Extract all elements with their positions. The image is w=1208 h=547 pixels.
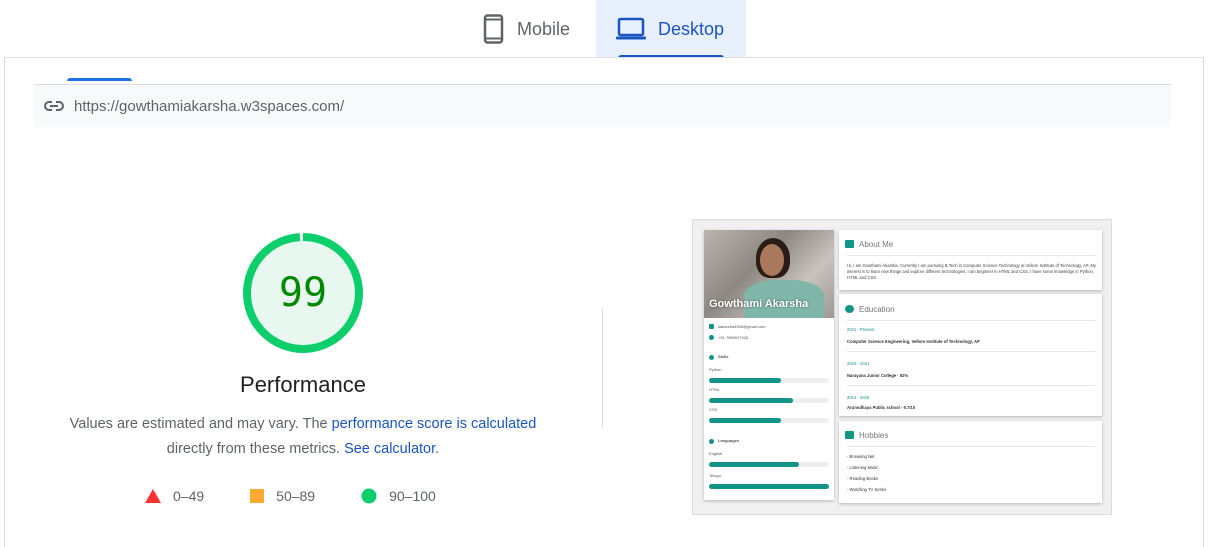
- language-name: Telugu: [709, 473, 721, 478]
- language-bar-fill: [709, 484, 829, 489]
- skill-bar: [709, 378, 829, 383]
- skill-bar: [709, 418, 829, 423]
- education-item: Narayana Junior College - 92%: [847, 373, 909, 378]
- triangle-icon: [145, 489, 161, 503]
- education-panel: Education 2021 - Present Computer Scienc…: [839, 294, 1102, 416]
- hobbies-panel: Hobbies - Browsing Net - Listening Music…: [839, 421, 1102, 503]
- about-text: Hi, I am Gowthami Akarsha. Currently I a…: [847, 263, 1096, 280]
- legend-item-average: 50–89: [250, 488, 315, 504]
- skill-bar-fill: [709, 378, 781, 383]
- section-divider: [847, 446, 1095, 447]
- url-bar: https://gowthamiakarsha.w3spaces.com/: [34, 84, 1171, 127]
- link-icon: [44, 101, 64, 111]
- section-divider: [847, 320, 1095, 321]
- square-icon: [250, 489, 265, 503]
- language-bar: [709, 484, 829, 489]
- about-panel: About Me Hi, I am Gowthami Akarsha. Curr…: [839, 230, 1102, 290]
- about-title: About Me: [859, 240, 894, 249]
- language-bar: [709, 462, 829, 467]
- education-date: 2021 - Present: [847, 327, 875, 332]
- final-screenshot[interactable]: Gowthami Akarsha sakarsha4008@gmail.com …: [692, 219, 1112, 515]
- section-divider: [847, 351, 1095, 352]
- tab-mobile-label: Mobile: [517, 18, 571, 39]
- skill-bar-fill: [709, 398, 793, 403]
- email-icon: [709, 324, 714, 329]
- profile-name: Gowthami Akarsha: [709, 298, 809, 310]
- see-calculator-link[interactable]: See calculator: [344, 441, 435, 457]
- section-divider: [847, 385, 1095, 386]
- language-icon: [709, 439, 714, 444]
- device-tabs: Mobile Desktop: [0, 0, 1208, 58]
- tab-mobile[interactable]: Mobile: [476, 0, 596, 58]
- legend-item-fail: 0–49: [145, 488, 204, 504]
- hobby-item: - Listening Music: [847, 465, 879, 470]
- section-divider: [847, 255, 1095, 256]
- tab-desktop-label: Desktop: [658, 18, 725, 39]
- skill-name: CSS: [709, 407, 718, 412]
- profile-email: sakarsha4008@gmail.com: [718, 324, 766, 329]
- laptop-icon: [616, 17, 646, 40]
- legend-label-pass: 90–100: [389, 488, 436, 504]
- performance-score-link[interactable]: performance score is calculated: [332, 416, 537, 432]
- language-name: English: [709, 451, 723, 456]
- briefcase-icon: [845, 431, 854, 439]
- education-item: Computer Science Engineering, Vellore In…: [847, 339, 980, 344]
- page-url[interactable]: https://gowthamiakarsha.w3spaces.com/: [74, 98, 344, 115]
- hobby-item: - Reading Books: [847, 476, 878, 481]
- profile-phone: +91 7989937925: [718, 335, 749, 340]
- hobby-item: - Watching TV Series: [847, 487, 887, 492]
- skills-icon: [709, 355, 714, 360]
- description-text-1: Values are estimated and may vary. The: [69, 416, 332, 432]
- circle-icon: [361, 488, 377, 504]
- skill-bar: [709, 398, 829, 403]
- hobby-item: - Browsing Net: [847, 454, 875, 459]
- education-date: 2014 - 2018: [847, 395, 870, 400]
- legend-label-fail: 0–49: [173, 488, 205, 504]
- skill-bar-fill: [709, 418, 781, 423]
- skills-title: Skills: [718, 354, 729, 359]
- profile-sidebar: Gowthami Akarsha sakarsha4008@gmail.com …: [704, 230, 834, 500]
- education-title: Education: [859, 305, 895, 314]
- skill-name: HTML: [709, 387, 720, 392]
- description-text-3: .: [435, 441, 440, 457]
- phone-icon: [709, 335, 714, 340]
- legend-item-pass: 90–100: [361, 488, 436, 504]
- language-bar-fill: [709, 462, 799, 467]
- legend-label-average: 50–89: [276, 488, 316, 504]
- briefcase-icon: [845, 240, 854, 248]
- score-legend: 0–49 50–89 90–100: [145, 486, 482, 506]
- vertical-divider: [602, 308, 603, 428]
- description-text-2: directly from these metrics.: [166, 441, 345, 457]
- performance-title: Performance: [240, 372, 366, 397]
- performance-score: 99: [278, 270, 328, 316]
- education-date: 2019 - 2021: [847, 361, 870, 366]
- hobbies-title: Hobbies: [859, 431, 889, 440]
- education-icon: [845, 305, 854, 313]
- performance-description: Values are estimated and may vary. The p…: [43, 412, 563, 462]
- phone-icon: [483, 14, 504, 44]
- languages-title: Languages: [718, 438, 740, 443]
- education-item: Arunodhaya Public school - 9.7/10: [847, 405, 916, 410]
- tab-desktop[interactable]: Desktop: [596, 0, 746, 58]
- inner-tab-indicator: [67, 78, 132, 81]
- skill-name: Python: [709, 367, 722, 372]
